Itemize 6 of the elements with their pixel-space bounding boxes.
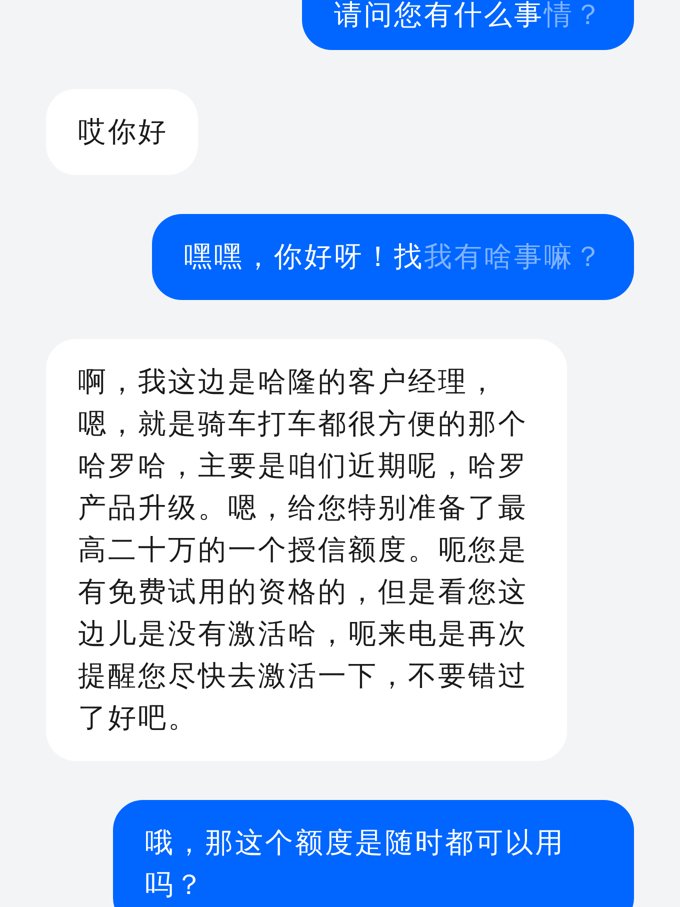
message-text: 嗯，就是骑车打车都很方便的那个哈罗哈，主要是咱们近期呢，哈罗产品升级。嗯，给您特别准备了最高二十万的一个授信额度。呃您是有免费试用的资格的，但是看您这边儿是没有激活哈，呃来电是再次提醒您尽快去激活一下，不要错过了好吧。 — [78, 406, 529, 736]
message-text: 嘿嘿，你好呀！找我有啥事嘛？ — [184, 239, 604, 275]
message-text: 啊，我这边是哈隆的客户经理， — [78, 364, 499, 400]
message-text: 请问您有什么事情？ — [334, 0, 604, 33]
message-text: 哦，那这个额度是随时都可以用吗？ — [145, 825, 566, 903]
message-text: 哎你好 — [78, 114, 168, 150]
